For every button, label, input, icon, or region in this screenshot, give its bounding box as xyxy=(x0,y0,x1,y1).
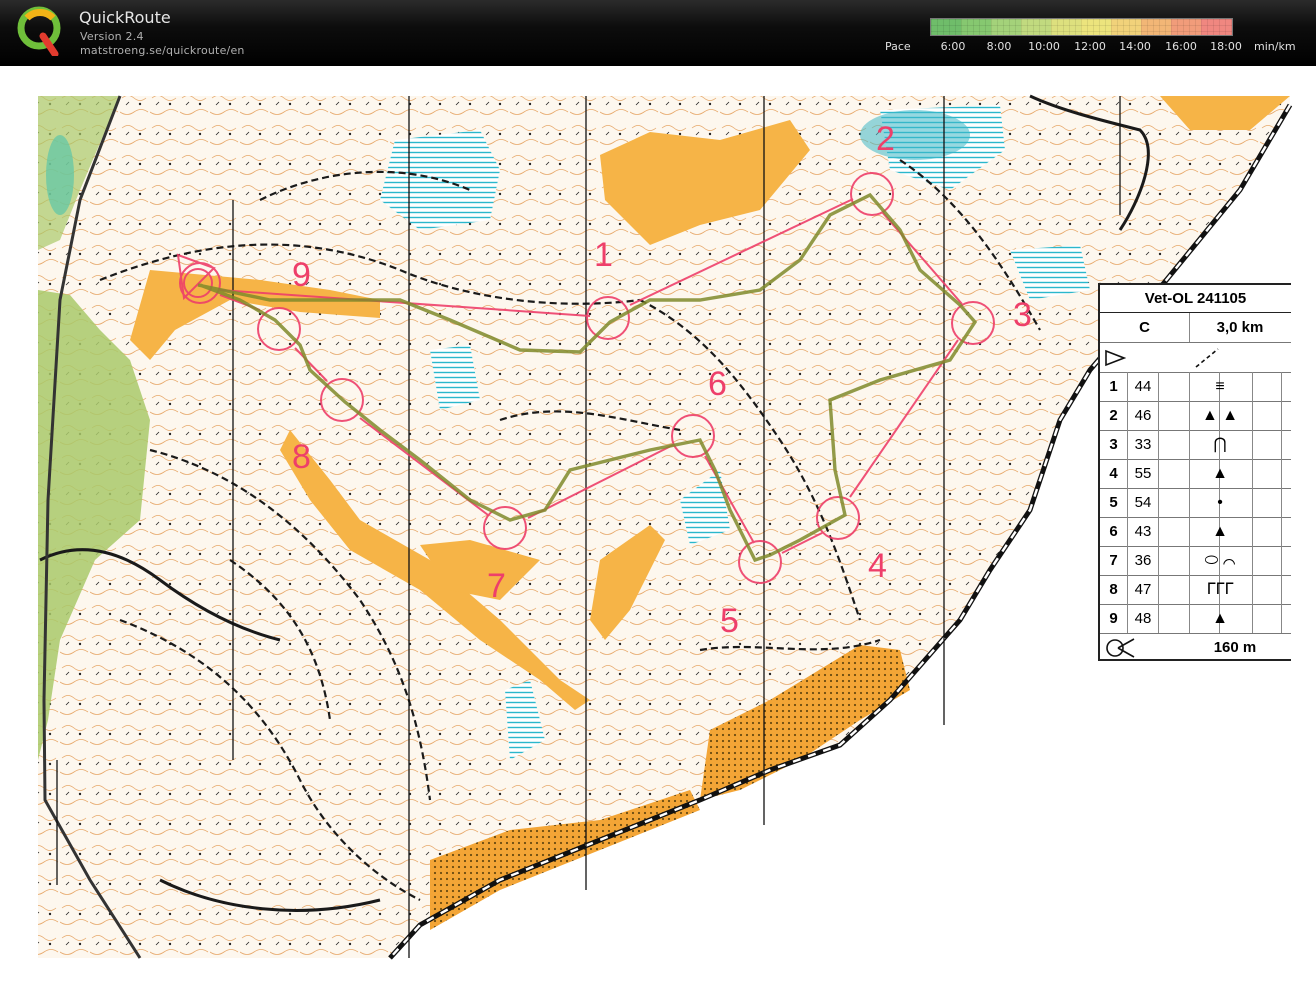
pace-scale-segment xyxy=(1141,19,1172,35)
course-row: C 3,0 km xyxy=(1100,313,1291,343)
green-area xyxy=(46,135,74,215)
control-feature-icon: • xyxy=(1217,494,1223,511)
control-description-sheet: Vet-OL 241105 C 3,0 km 1 44 ≡ 2 46 ▲ ▲ 3 33 ⋂ 4 55… xyxy=(1098,283,1291,661)
pace-label: Pace xyxy=(885,40,911,53)
control-description-row: 1 44 ≡ xyxy=(1100,372,1291,402)
map-canvas[interactable]: 1 2 3 4 5 6 7 8 9 Vet-OL 241105 C 3,0 km… xyxy=(0,66,1316,997)
control-description-row: 4 55 ▲ xyxy=(1100,459,1291,489)
control-order: 6 xyxy=(1109,523,1118,540)
control-order: 3 xyxy=(1109,436,1118,453)
control-feature-icon: ▲ xyxy=(1212,523,1228,540)
control-order: 7 xyxy=(1109,552,1118,569)
control-order: 2 xyxy=(1109,407,1118,424)
pace-scale-segment xyxy=(1021,19,1052,35)
control-description-row: 8 47 ᒥᒥᒥ xyxy=(1100,575,1291,605)
app-header: QuickRoute Version 2.4 matstroeng.se/qui… xyxy=(0,0,1316,66)
pace-scale-segment xyxy=(961,19,992,35)
pace-color-scale xyxy=(930,18,1233,36)
pace-scale-segment xyxy=(1111,19,1142,35)
control-code: 48 xyxy=(1134,610,1152,627)
control-order: 5 xyxy=(1109,494,1118,511)
quickroute-logo-icon xyxy=(17,6,61,56)
event-title: Vet-OL 241105 xyxy=(1100,285,1291,313)
control-number-7: 7 xyxy=(487,567,506,605)
control-description-row: 9 48 ▲ xyxy=(1100,604,1291,634)
start-triangle-icon xyxy=(1105,349,1126,367)
control-feature-icon: ᒥᒥᒥ xyxy=(1206,581,1234,598)
pace-tick: 18:00 xyxy=(1210,40,1242,53)
course-name: C xyxy=(1139,319,1150,336)
control-code: 46 xyxy=(1134,407,1152,424)
control-description-row: 3 33 ⋂ xyxy=(1100,430,1291,460)
control-order: 9 xyxy=(1109,610,1118,627)
control-feature-icon: ▲ xyxy=(1212,610,1228,627)
control-feature-icon: ▲ xyxy=(1212,465,1228,482)
pace-tick: 14:00 xyxy=(1119,40,1151,53)
pace-tick: 12:00 xyxy=(1074,40,1106,53)
control-description-row: 7 36 ⬭ ⌒ xyxy=(1100,546,1291,576)
pace-tick: 16:00 xyxy=(1165,40,1197,53)
control-description-row: 2 46 ▲ ▲ xyxy=(1100,401,1291,431)
finish-navigation-icon xyxy=(1106,638,1135,658)
control-number-5: 5 xyxy=(720,602,739,640)
app-title: QuickRoute xyxy=(79,8,171,27)
pace-tick: 6:00 xyxy=(940,40,966,53)
pace-scale-segment xyxy=(1051,19,1082,35)
pace-scale-segment xyxy=(991,19,1022,35)
control-code: 44 xyxy=(1134,378,1152,395)
course-length: 3,0 km xyxy=(1216,319,1264,336)
control-feature-icon: ⋂ xyxy=(1213,436,1227,453)
control-number-3: 3 xyxy=(1013,296,1032,334)
control-number-8: 8 xyxy=(292,438,311,476)
control-code: 47 xyxy=(1134,581,1152,598)
control-code: 54 xyxy=(1134,494,1152,511)
finish-distance: 160 m xyxy=(1213,639,1257,656)
finish-row: 160 m xyxy=(1100,633,1291,662)
control-description-row: 6 43 ▲ xyxy=(1100,517,1291,547)
app-version: Version 2.4 xyxy=(80,30,144,43)
control-number-9: 9 xyxy=(292,256,311,294)
control-code: 43 xyxy=(1134,523,1152,540)
control-number-6: 6 xyxy=(708,365,727,403)
pace-tick: 8:00 xyxy=(986,40,1012,53)
pace-scale-segment xyxy=(1081,19,1112,35)
app-url[interactable]: matstroeng.se/quickroute/en xyxy=(80,44,245,57)
control-feature-icon: ▲ ▲ xyxy=(1201,407,1239,424)
start-row xyxy=(1100,343,1291,373)
control-order: 1 xyxy=(1109,378,1118,395)
control-feature-icon: ≡ xyxy=(1215,378,1225,395)
pace-scale-segment xyxy=(1201,19,1232,35)
control-number-1: 1 xyxy=(594,236,613,274)
path-symbol-icon xyxy=(1195,348,1219,368)
pace-scale-segment xyxy=(1171,19,1202,35)
control-code: 33 xyxy=(1134,436,1152,453)
control-feature-icon: ⬭ ⌒ xyxy=(1204,552,1236,569)
control-order: 4 xyxy=(1109,465,1118,482)
control-code: 55 xyxy=(1134,465,1152,482)
pace-unit: min/km xyxy=(1254,40,1296,53)
pace-scale-segment xyxy=(931,19,962,35)
pace-tick: 10:00 xyxy=(1028,40,1060,53)
control-number-4: 4 xyxy=(868,547,887,585)
control-order: 8 xyxy=(1109,581,1118,598)
control-description-row: 5 54 • xyxy=(1100,488,1291,518)
control-code: 36 xyxy=(1134,552,1152,569)
control-number-2: 2 xyxy=(876,120,895,158)
